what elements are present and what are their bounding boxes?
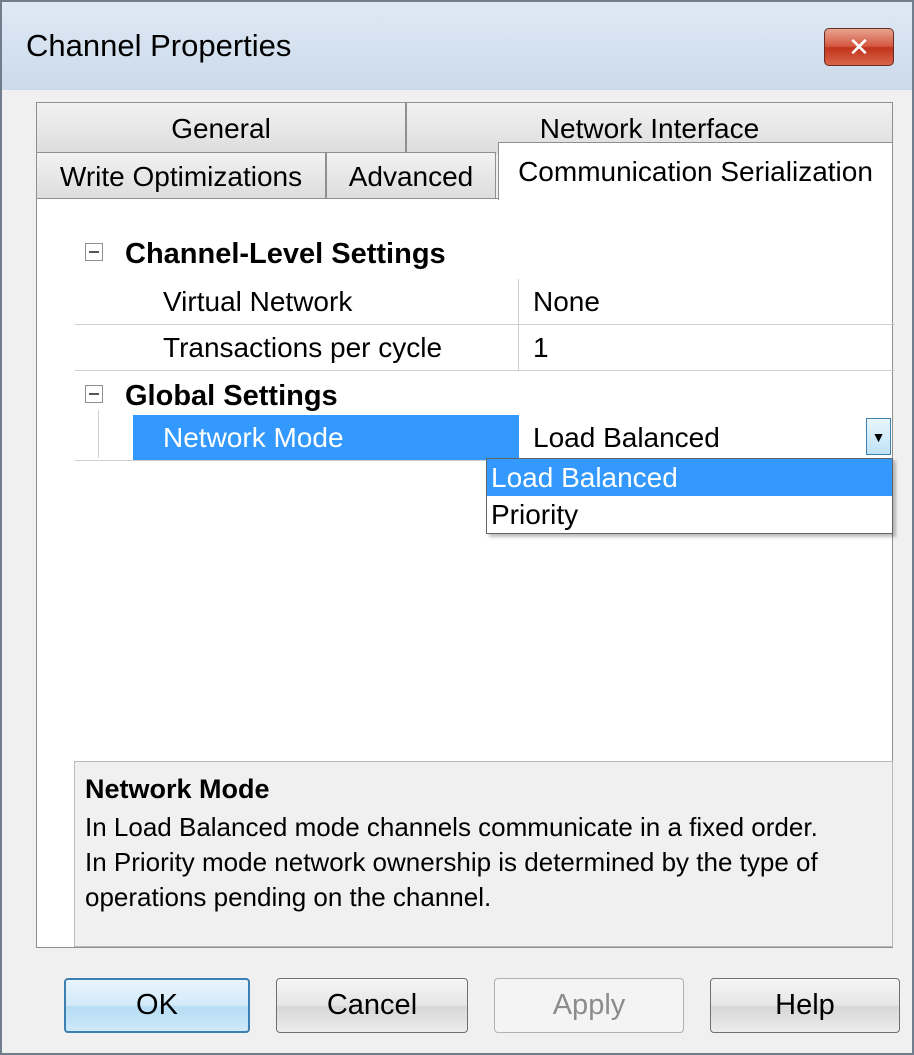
description-line: In Priority mode network ownership is de… bbox=[85, 847, 818, 877]
property-value[interactable]: None bbox=[533, 279, 600, 324]
dropdown-option-priority[interactable]: Priority bbox=[487, 496, 892, 533]
help-button[interactable]: Help bbox=[710, 978, 900, 1033]
property-row-network-mode[interactable]: Network Mode Load Balanced bbox=[75, 415, 895, 461]
apply-button[interactable]: Apply bbox=[494, 978, 684, 1033]
dropdown-button[interactable]: ▼ bbox=[866, 418, 891, 455]
description-title: Network Mode bbox=[85, 774, 270, 804]
chevron-down-icon: ▼ bbox=[871, 428, 886, 445]
property-name: Network Mode bbox=[133, 415, 519, 460]
title-bar: Channel Properties ✕ bbox=[2, 2, 912, 90]
tab-advanced[interactable]: Advanced bbox=[326, 152, 496, 200]
gutter-divider bbox=[98, 410, 99, 458]
network-mode-select[interactable]: Load Balanced bbox=[533, 415, 720, 460]
window-title: Channel Properties bbox=[26, 28, 292, 63]
category-label: Global Settings bbox=[125, 380, 338, 412]
tab-communication-serialization[interactable]: Communication Serialization bbox=[498, 142, 893, 200]
tab-general[interactable]: General bbox=[36, 102, 406, 154]
description-panel: Network Mode In Load Balanced mode chann… bbox=[74, 761, 893, 947]
channel-properties-dialog: Channel Properties ✕ General Network Int… bbox=[0, 0, 914, 1055]
property-name: Virtual Network bbox=[133, 279, 519, 324]
description-text: In Load Balanced mode channels communica… bbox=[85, 810, 885, 915]
property-row-virtual-network[interactable]: Virtual Network None bbox=[75, 279, 895, 325]
close-button[interactable]: ✕ bbox=[824, 28, 894, 66]
category-channel-level-settings[interactable]: Channel-Level Settings bbox=[75, 229, 895, 279]
property-name: Transactions per cycle bbox=[133, 325, 519, 370]
close-icon: ✕ bbox=[848, 32, 870, 62]
description-line: operations pending on the channel. bbox=[85, 882, 492, 912]
description-line: In Load Balanced mode channels communica… bbox=[85, 812, 818, 842]
collapse-icon[interactable] bbox=[85, 243, 103, 261]
cancel-button[interactable]: Cancel bbox=[276, 978, 468, 1033]
collapse-icon[interactable] bbox=[85, 385, 103, 403]
property-row-transactions-per-cycle[interactable]: Transactions per cycle 1 bbox=[75, 325, 895, 371]
tab-write-optimizations[interactable]: Write Optimizations bbox=[36, 152, 326, 200]
category-label: Channel-Level Settings bbox=[125, 238, 446, 270]
dropdown-option-load-balanced[interactable]: Load Balanced bbox=[487, 459, 892, 496]
property-value[interactable]: 1 bbox=[533, 325, 549, 370]
ok-button[interactable]: OK bbox=[64, 978, 250, 1033]
dropdown-list: Load Balanced Priority bbox=[486, 458, 893, 534]
category-global-settings[interactable]: Global Settings bbox=[75, 371, 895, 421]
